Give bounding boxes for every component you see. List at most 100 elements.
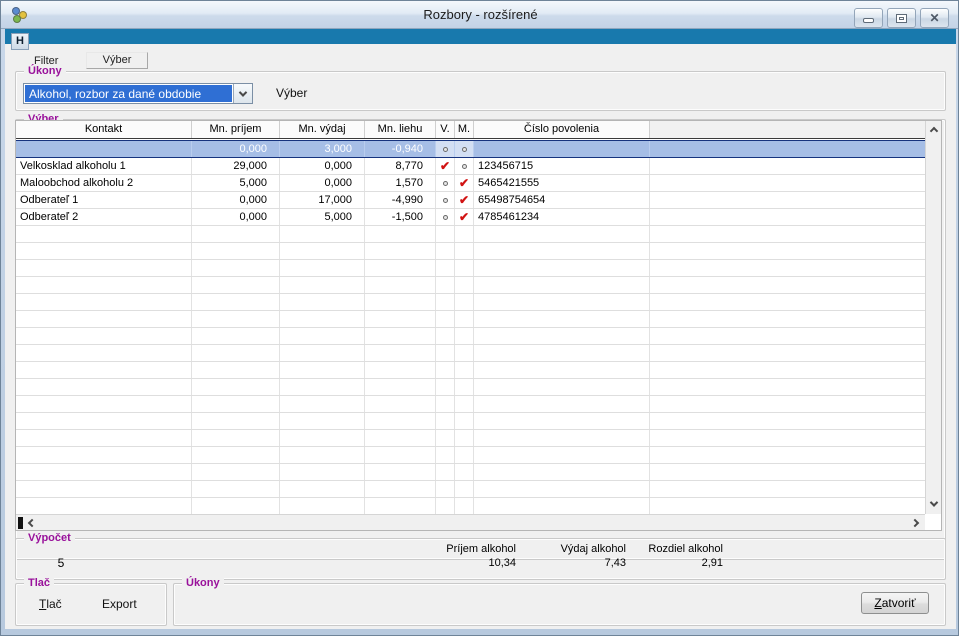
cell-empty [455,481,474,497]
column-header[interactable]: Kontakt [16,121,192,138]
cell-empty [455,396,474,412]
minimize-button[interactable] [854,8,883,28]
scrollbar-thumb[interactable] [18,517,23,529]
h-button[interactable]: H [11,33,29,50]
scroll-down-icon[interactable] [926,496,942,512]
cell-kontakt: Velkosklad alkoholu 1 [16,158,192,174]
cell-mn-prijem: 29,000 [192,158,280,174]
cell-empty [436,277,455,293]
chevron-down-icon [239,88,247,96]
scroll-right-icon[interactable] [907,515,923,531]
group-label-ukony: Úkony [24,64,66,78]
tab-vyber[interactable]: Výber [86,52,148,69]
cell-empty [436,226,455,242]
cell-empty [650,328,925,344]
cell-empty [16,260,192,276]
table-row-empty[interactable] [16,379,925,396]
cell-empty [436,464,455,480]
cell-empty [280,311,365,327]
column-header[interactable]: Mn. príjem [192,121,280,138]
ukony-action-label[interactable]: Výber [276,86,307,100]
cell-empty [192,260,280,276]
cell-empty [474,294,650,310]
cell-empty [280,498,365,514]
cell-empty [280,396,365,412]
column-header[interactable] [650,121,925,138]
title-bar: Rozbory - rozšírené ✕ [1,1,959,29]
cell-empty [474,362,650,378]
table-row-empty[interactable] [16,498,925,514]
cell-empty [16,464,192,480]
cell-empty [650,362,925,378]
cell-empty [16,498,192,514]
export-button[interactable]: Export [102,597,137,611]
table-row[interactable]: Maloobchod alkoholu 25,0000,0001,570✔546… [16,175,925,192]
column-header[interactable]: Mn. výdaj [280,121,365,138]
cell-mn-vydaj: 3,000 [280,141,365,157]
column-header[interactable]: Mn. liehu [365,121,436,138]
cell-empty [192,362,280,378]
cell-empty [365,260,436,276]
cell-empty [280,260,365,276]
cell-empty [192,464,280,480]
circle-icon [455,158,474,174]
table-row-empty[interactable] [16,481,925,498]
vertical-scrollbar[interactable] [925,121,941,514]
table-row-empty[interactable] [16,311,925,328]
cell-empty [365,481,436,497]
record-count: 5 [51,556,71,570]
cell-kontakt: Odberateľ 1 [16,192,192,208]
maximize-button[interactable] [887,8,916,28]
cell-empty [192,413,280,429]
zatvorit-button[interactable]: Zatvoriť [861,592,929,614]
cell-empty [16,345,192,361]
cell-empty [650,464,925,480]
print-button[interactable]: Tlač [39,597,62,611]
table-row[interactable]: Odberateľ 10,00017,000-4,990✔65498754654 [16,192,925,209]
table-row-empty[interactable] [16,447,925,464]
cell-empty [650,396,925,412]
column-header[interactable]: Číslo povolenia [474,121,650,138]
cell-empty [280,379,365,395]
dropdown-arrow-button[interactable] [233,84,252,103]
table-row-empty[interactable] [16,277,925,294]
maximize-icon [896,14,907,23]
table-row-empty[interactable] [16,260,925,277]
table-row-empty[interactable] [16,226,925,243]
table-row-empty[interactable] [16,328,925,345]
table-row-empty[interactable] [16,430,925,447]
cell-empty [474,379,650,395]
table-row-empty[interactable] [16,362,925,379]
cell-empty [365,311,436,327]
horizontal-scrollbar[interactable] [16,514,925,530]
cell-cislo-povolenia [474,141,650,157]
table-row[interactable]: Velkosklad alkoholu 129,0000,0008,770✔12… [16,158,925,175]
table-row-empty[interactable] [16,243,925,260]
group-label-vypocet: Výpočet [24,531,75,545]
cell-empty [650,498,925,514]
cell-mn-liehu: -0,940 [365,141,436,157]
cell-empty [436,294,455,310]
ukony-dropdown[interactable]: Alkohol, rozbor za dané obdobie [23,83,253,104]
cell-empty [436,498,455,514]
column-header[interactable]: M. [455,121,474,138]
cell-mn-liehu: 8,770 [365,158,436,174]
cell-mn-prijem: 0,000 [192,209,280,225]
cell-empty [192,396,280,412]
close-button[interactable]: ✕ [920,8,949,28]
cell-empty [455,226,474,242]
table-row-empty[interactable] [16,464,925,481]
table-row-empty[interactable] [16,396,925,413]
cell-empty [650,447,925,463]
column-header[interactable]: V. [436,121,455,138]
scroll-up-icon[interactable] [926,123,942,139]
table-row-selected[interactable]: 0,0003,000-0,940 [16,140,925,158]
table-row-empty[interactable] [16,413,925,430]
group-label-tlac: Tlač [24,576,54,590]
table-row[interactable]: Odberateľ 20,0005,000-1,500✔4785461234 [16,209,925,226]
cell-empty [455,328,474,344]
scroll-left-icon[interactable] [24,515,40,531]
cell-empty [455,345,474,361]
table-row-empty[interactable] [16,345,925,362]
table-row-empty[interactable] [16,294,925,311]
